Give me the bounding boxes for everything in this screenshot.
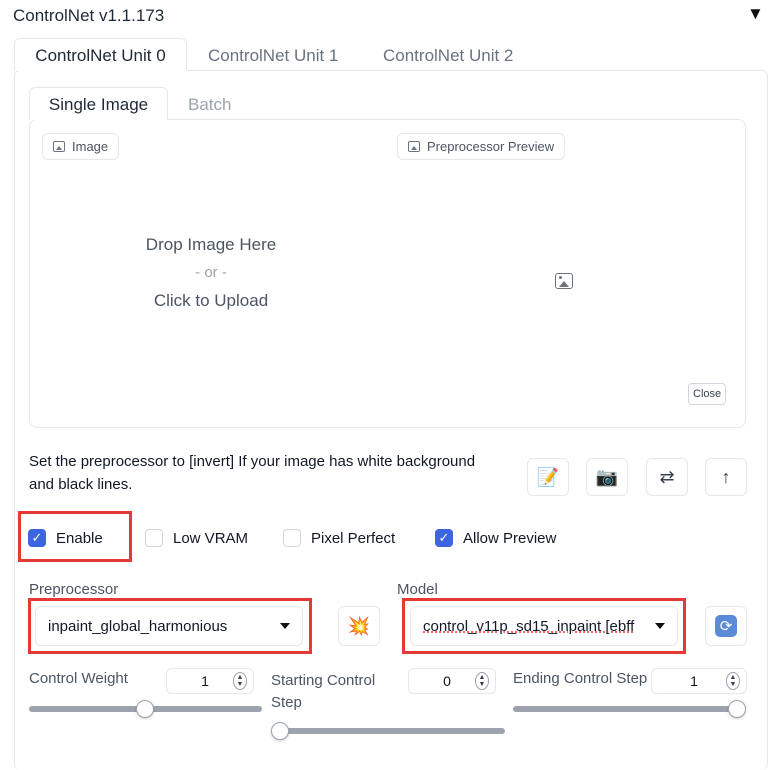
tab-unit-2[interactable]: ControlNet Unit 2 bbox=[383, 46, 513, 66]
swap-arrows-icon: ⇄ bbox=[659, 466, 675, 487]
subtab-batch[interactable]: Batch bbox=[188, 95, 231, 115]
notepad-button[interactable]: 📝 bbox=[527, 458, 569, 496]
ending-step-label: Ending Control Step bbox=[513, 670, 648, 687]
camera-icon: 📷 bbox=[595, 466, 619, 487]
starting-step-input[interactable]: 0 ▲ ▼ bbox=[408, 668, 496, 694]
spinner-icon[interactable]: ▲ ▼ bbox=[233, 672, 247, 690]
allow-preview-checkbox[interactable]: ✓ Allow Preview bbox=[435, 529, 556, 547]
control-weight-thumb[interactable] bbox=[136, 700, 154, 718]
panel-title: ControlNet v1.1.173 bbox=[13, 6, 165, 25]
starting-step-label: Starting Control Step bbox=[271, 672, 376, 711]
pixel-perfect-checkbox[interactable]: Pixel Perfect bbox=[283, 529, 395, 547]
send-dimensions-button[interactable]: ↑ bbox=[705, 458, 747, 496]
up-arrow-icon: ↑ bbox=[721, 466, 731, 487]
model-highlight-box bbox=[402, 598, 686, 654]
swap-button[interactable]: ⇄ bbox=[646, 458, 688, 496]
spinner-icon[interactable]: ▲ ▼ bbox=[475, 672, 489, 690]
ending-step-thumb[interactable] bbox=[728, 700, 746, 718]
low-vram-checkbox[interactable]: Low VRAM bbox=[145, 529, 248, 547]
image-label: Image bbox=[42, 133, 120, 160]
subtab-single-image[interactable]: Single Image bbox=[29, 87, 168, 120]
ending-step-slider[interactable] bbox=[513, 706, 746, 712]
checkmark-icon[interactable]: ✓ bbox=[435, 529, 453, 547]
starting-step-thumb[interactable] bbox=[271, 722, 289, 740]
click-upload-text: Click to Upload bbox=[153, 291, 269, 310]
refresh-icon: ⟳ bbox=[715, 615, 737, 637]
close-button[interactable]: Close bbox=[688, 383, 727, 405]
or-text: - or - bbox=[195, 264, 227, 281]
checkbox-box[interactable] bbox=[145, 529, 163, 547]
image-icon bbox=[53, 141, 65, 152]
ending-step-input[interactable]: 1 ▲ ▼ bbox=[651, 668, 747, 694]
checkbox-box[interactable] bbox=[283, 529, 301, 547]
explosion-icon: 💥 bbox=[347, 615, 371, 636]
preprocessor-label: Preprocessor bbox=[29, 581, 119, 598]
run-preprocessor-button[interactable]: 💥 bbox=[338, 606, 380, 646]
enable-checkbox[interactable]: ✓ Enable bbox=[28, 529, 103, 547]
preview-placeholder-icon bbox=[555, 273, 573, 289]
preprocessor-highlight-box bbox=[28, 598, 312, 654]
notepad-icon: 📝 bbox=[536, 466, 560, 487]
camera-button[interactable]: 📷 bbox=[586, 458, 628, 496]
control-weight-label: Control Weight bbox=[29, 670, 128, 687]
drop-image-text: Drop Image Here bbox=[145, 235, 277, 254]
spinner-icon[interactable]: ▲ ▼ bbox=[726, 672, 740, 690]
checkmark-icon[interactable]: ✓ bbox=[28, 529, 46, 547]
invert-hint-text: Set the preprocessor to [invert] If your… bbox=[29, 453, 476, 493]
starting-step-slider[interactable] bbox=[271, 728, 505, 734]
collapse-icon[interactable]: ▼ bbox=[747, 4, 764, 24]
refresh-models-button[interactable]: ⟳ bbox=[705, 606, 747, 646]
preprocessor-preview-label: Preprocessor Preview bbox=[397, 133, 566, 160]
tab-unit-1[interactable]: ControlNet Unit 1 bbox=[208, 46, 338, 66]
control-weight-input[interactable]: 1 ▲ ▼ bbox=[166, 668, 254, 694]
tab-unit-0[interactable]: ControlNet Unit 0 bbox=[14, 38, 187, 71]
model-label: Model bbox=[397, 581, 438, 598]
image-icon bbox=[408, 141, 420, 152]
